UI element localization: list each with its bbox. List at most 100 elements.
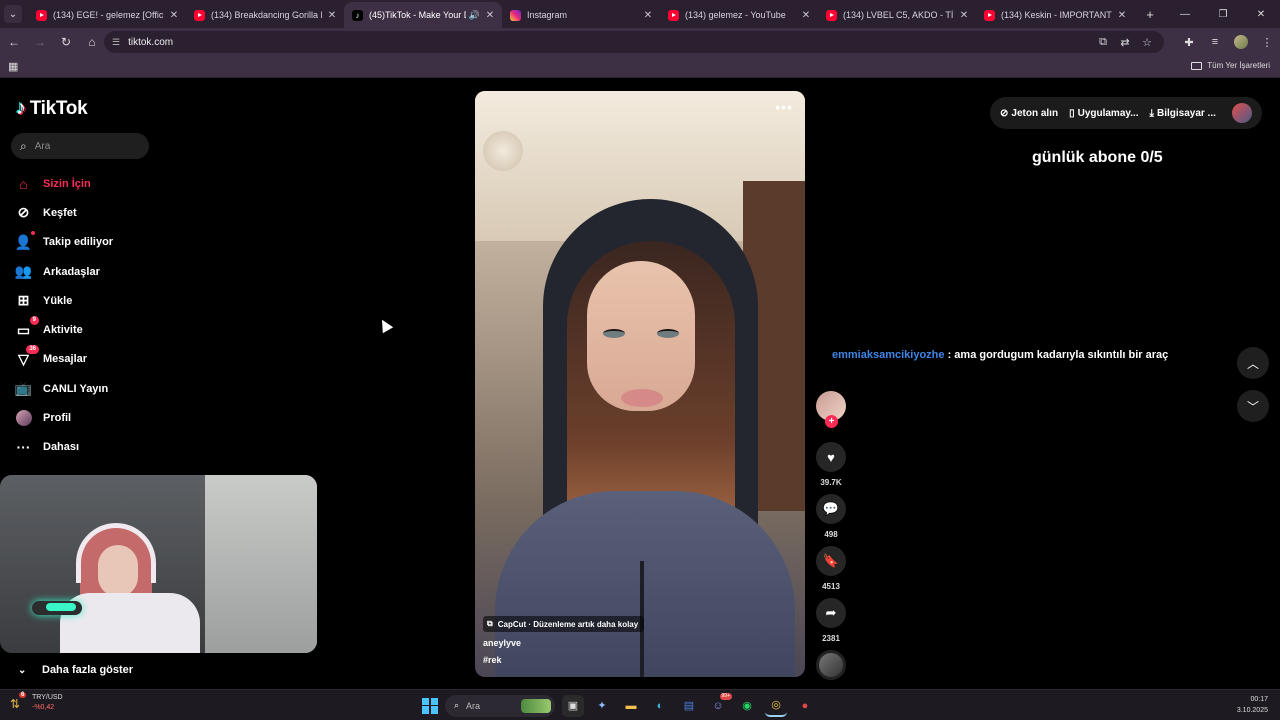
- all-bookmarks-button[interactable]: Tüm Yer İşaretleri: [1191, 61, 1270, 70]
- tab-search-button[interactable]: ⌄: [4, 5, 22, 23]
- tiktok-logo[interactable]: ♪ TikTok: [16, 97, 88, 120]
- sidebar-item-more[interactable]: ··· Dahası: [14, 433, 214, 462]
- reload-icon[interactable]: ↻: [54, 30, 78, 54]
- browser-tab[interactable]: (134) EGE! - gelemez [Official M ✕: [28, 2, 186, 28]
- site-info-icon[interactable]: ☰: [112, 37, 120, 48]
- browser-tab[interactable]: Instagram ✕: [502, 2, 660, 28]
- translate-icon[interactable]: ⇄: [1114, 36, 1136, 49]
- next-video-button[interactable]: ﹀: [1237, 390, 1269, 422]
- copilot-icon[interactable]: ✦: [591, 695, 613, 717]
- video-hashtag[interactable]: #rek: [483, 655, 502, 665]
- sidebar-item-label: Arkadaşlar: [43, 265, 100, 278]
- get-coins-button[interactable]: ⊘ Jeton alın: [1000, 108, 1058, 119]
- capcut-icon: ⧉: [487, 619, 493, 628]
- youtube-icon: [826, 9, 837, 21]
- profile-avatar[interactable]: [1234, 35, 1248, 49]
- close-icon[interactable]: ✕: [958, 10, 970, 21]
- show-more-button[interactable]: ⌄ Daha fazla göster: [18, 664, 133, 676]
- like-button[interactable]: ♥: [816, 442, 846, 472]
- maximize-icon[interactable]: ❐: [1204, 0, 1242, 28]
- close-icon[interactable]: ✕: [1116, 10, 1128, 21]
- close-window-icon[interactable]: ✕: [1242, 0, 1280, 28]
- store-icon[interactable]: ▤: [678, 695, 700, 717]
- new-tab-button[interactable]: +: [1140, 7, 1160, 22]
- system-clock[interactable]: 00:17 3.10.2025: [1237, 694, 1268, 716]
- extensions-icon[interactable]: ✚: [1176, 36, 1202, 49]
- close-icon[interactable]: ✕: [326, 10, 338, 21]
- sidebar-item-label: Sizin İçin: [43, 177, 91, 190]
- window-controls: — ❐ ✕: [1166, 0, 1280, 28]
- close-icon[interactable]: ✕: [642, 10, 654, 21]
- sidebar-item-for-you[interactable]: ⌂ Sizin İçin: [14, 169, 214, 198]
- browser-tab[interactable]: (134) LVBEL C5, AKDO - TİKTOK ✕: [818, 2, 976, 28]
- video-player[interactable]: ••• ⧉ CapCut · Düzenleme artık daha kola…: [475, 91, 805, 677]
- spotify-icon[interactable]: ◉: [736, 695, 758, 717]
- url-bar[interactable]: ☰ tiktok.com ⧉ ⇄ ☆: [104, 31, 1164, 53]
- tab-title: Instagram: [527, 10, 568, 20]
- browser-tab[interactable]: (134) Breakdancing Gorilla Enjo ✕: [186, 2, 344, 28]
- currency-widget[interactable]: ⇅ 6 TRY/USD -%0,42: [10, 692, 63, 713]
- sidebar-item-following[interactable]: 👤 Takip ediliyor: [14, 228, 214, 257]
- music-disc[interactable]: [816, 650, 846, 680]
- desktop-app-button[interactable]: ⤓ Bilgisayar ...: [1150, 108, 1216, 119]
- follow-plus-icon[interactable]: +: [825, 415, 838, 428]
- mouse-cursor: [376, 316, 394, 334]
- capcut-tag[interactable]: ⧉ CapCut · Düzenleme artık daha kolay: [483, 616, 645, 632]
- sidebar-item-friends[interactable]: 👥 Arkadaşlar: [14, 257, 214, 286]
- video-author[interactable]: aneylyve: [483, 638, 521, 648]
- browser-tab-active[interactable]: ♪ (45)TikTok - Make Your Day 🔊 ✕: [344, 2, 502, 28]
- activity-badge: 9: [29, 315, 39, 325]
- close-icon[interactable]: ✕: [484, 10, 496, 21]
- close-icon[interactable]: ✕: [800, 10, 812, 21]
- sidebar-item-label: Takip ediliyor: [43, 236, 114, 249]
- comment-button[interactable]: 💬: [816, 494, 846, 524]
- user-avatar[interactable]: [1232, 103, 1252, 123]
- upload-icon: ⊞: [17, 292, 30, 309]
- chrome-icon[interactable]: ◎: [765, 695, 787, 717]
- messages-badge: 36: [26, 344, 39, 354]
- taskbar-search[interactable]: ⌕ Ara: [445, 694, 555, 717]
- more-options-icon[interactable]: •••: [775, 99, 793, 115]
- home-icon: ⌂: [19, 175, 28, 192]
- browser-tab[interactable]: (134) gelemez - YouTube ✕: [660, 2, 818, 28]
- install-app-icon[interactable]: ⧉: [1092, 36, 1114, 49]
- previous-video-button[interactable]: ︿: [1237, 347, 1269, 379]
- chat-username: emmiaksamcikiyozhe: [832, 349, 945, 361]
- desktop-app-label: Bilgisayar ...: [1156, 107, 1216, 119]
- sidebar-item-explore[interactable]: ⊘ Keşfet: [14, 198, 214, 227]
- search-input[interactable]: ⌕ Ara: [11, 133, 149, 159]
- bookmark-star-icon[interactable]: ☆: [1136, 36, 1158, 49]
- speaker-icon[interactable]: 🔊: [469, 10, 480, 21]
- sidebar-item-messages[interactable]: ▽ 36 Mesajlar: [14, 344, 214, 374]
- save-button[interactable]: 🔖: [816, 546, 846, 576]
- sidebar-item-profile[interactable]: Profil: [14, 403, 214, 432]
- discord-icon[interactable]: ☺ 99+: [707, 692, 732, 717]
- menu-icon[interactable]: ⋮: [1254, 36, 1280, 49]
- logo-text: TikTok: [29, 97, 88, 119]
- file-explorer-icon[interactable]: ▬: [620, 695, 642, 717]
- browser-tab[interactable]: (134) Keskin - IMPORTANTE (M ✕: [976, 2, 1134, 28]
- sidebar-item-live[interactable]: 📺 CANLI Yayın: [14, 374, 214, 403]
- youtube-icon: [194, 9, 205, 21]
- action-bar: + ♥ 39.7K 💬 498 🔖 4513 ➦ 2381: [815, 391, 847, 680]
- sidebar-item-activity[interactable]: ▭ 9 Aktivite: [14, 315, 214, 344]
- edge-icon[interactable]: ◐: [649, 695, 671, 717]
- get-app-button[interactable]: ▯ Uygulamay...: [1069, 108, 1138, 119]
- task-view-icon[interactable]: ▣: [562, 694, 584, 717]
- back-icon[interactable]: ←: [2, 30, 26, 54]
- capcut-label: CapCut · Düzenleme artık daha kolay: [497, 619, 639, 629]
- sidebar-item-upload[interactable]: ⊞ Yükle: [14, 286, 214, 315]
- windows-start-icon[interactable]: [422, 697, 438, 714]
- apps-grid-icon[interactable]: ▦: [8, 60, 18, 73]
- minimize-icon[interactable]: —: [1166, 0, 1204, 28]
- home-icon[interactable]: ⌂: [80, 30, 104, 54]
- media-controls-icon[interactable]: ≡: [1202, 36, 1228, 48]
- obs-icon[interactable]: ●: [794, 695, 816, 717]
- chevron-up-icon: ︿: [1246, 356, 1259, 371]
- share-button[interactable]: ➦: [816, 598, 846, 628]
- close-icon[interactable]: ✕: [168, 10, 180, 21]
- creator-avatar[interactable]: +: [816, 391, 846, 428]
- clock-time: 00:17: [1250, 696, 1268, 703]
- all-bookmarks-label: Tüm Yer İşaretleri: [1207, 61, 1270, 70]
- forward-icon[interactable]: →: [28, 30, 52, 54]
